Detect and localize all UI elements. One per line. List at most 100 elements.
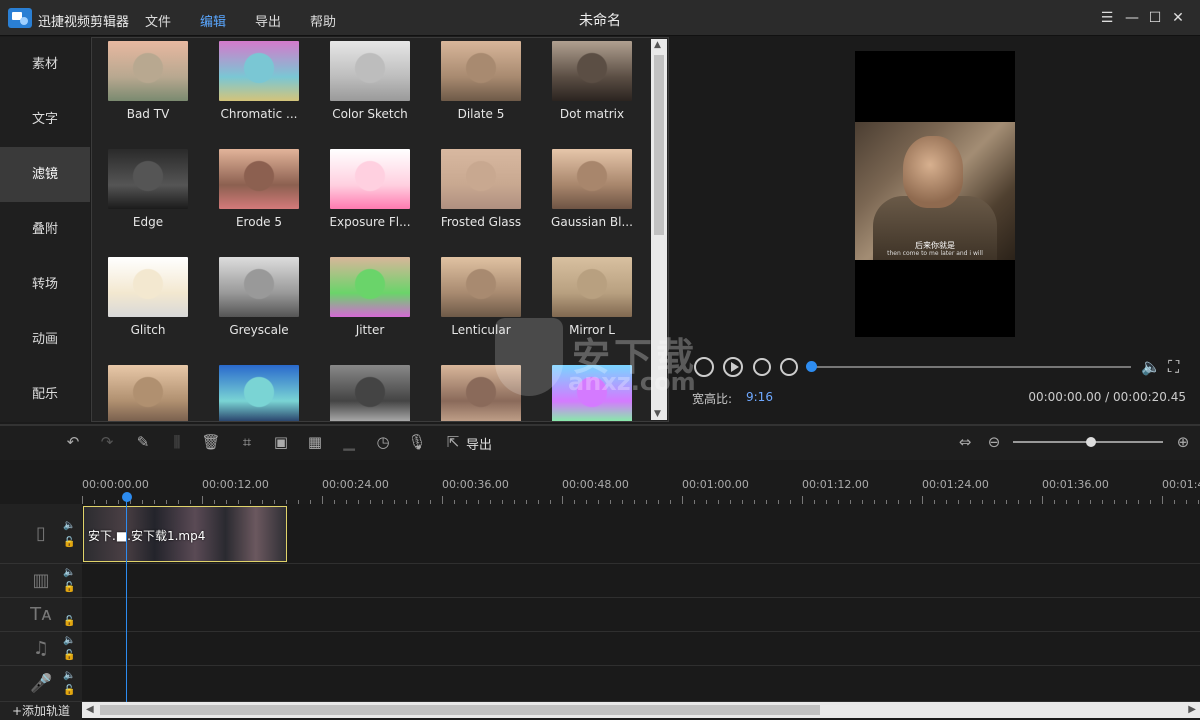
zoom-in-icon[interactable]: ⊕ (1173, 432, 1193, 452)
track-volume-icon[interactable]: 🔈 (63, 670, 75, 682)
track-volume-icon[interactable]: 🔈 (63, 520, 75, 532)
menu-export[interactable]: 导出 (255, 11, 310, 30)
filter-thumbnail[interactable] (219, 41, 299, 101)
volume-icon[interactable]: 🔈 (1141, 357, 1163, 377)
filter-item[interactable] (209, 365, 309, 421)
nav-item-material[interactable]: 素材 (0, 37, 90, 92)
timeline-ruler[interactable]: 00:00:00.00 00:00:12.00 00:00:24.00 00:00:3… (82, 478, 1200, 504)
mosaic-icon[interactable]: ▦ (305, 432, 325, 452)
filter-thumbnail[interactable] (108, 149, 188, 209)
scroll-down-icon[interactable]: ▼ (654, 409, 661, 419)
split-icon[interactable]: ⫼ (167, 432, 187, 452)
playhead-handle[interactable] (122, 492, 132, 502)
video-clip[interactable]: 安下.■.安下载1.mp4 (83, 506, 287, 562)
menu-help[interactable]: 帮助 (310, 11, 365, 30)
microphone-icon[interactable]: 🎙 (407, 432, 427, 452)
export-button[interactable]: 导出 (466, 434, 492, 453)
clock-icon[interactable]: ◷ (373, 432, 393, 452)
scroll-up-icon[interactable]: ▲ (654, 40, 661, 50)
resize-icon[interactable]: ▣ (271, 432, 291, 452)
filter-item[interactable]: Gaussian Bl... (542, 149, 642, 229)
track-lock-icon[interactable]: 🔓 (63, 650, 75, 662)
filter-thumbnail[interactable] (108, 365, 188, 421)
undo-icon[interactable]: ↶ (63, 432, 83, 452)
filter-thumbnail[interactable] (330, 41, 410, 101)
play-button[interactable] (723, 357, 743, 377)
filter-thumbnail[interactable] (441, 41, 521, 101)
next-frame-button[interactable] (753, 358, 771, 376)
nav-item-animation[interactable]: 动画 (0, 312, 90, 367)
filter-thumbnail[interactable] (330, 365, 410, 421)
track-lock-icon[interactable]: 🔓 (63, 582, 75, 594)
redo-icon[interactable]: ↷ (97, 432, 117, 452)
filter-item[interactable]: Exposure Fl... (320, 149, 420, 229)
nav-item-text[interactable]: 文字 (0, 92, 90, 147)
filter-thumbnail[interactable] (219, 365, 299, 421)
filter-thumbnail[interactable] (552, 41, 632, 101)
filter-item[interactable]: Dot matrix (542, 41, 642, 121)
filter-thumbnail[interactable] (552, 257, 632, 317)
fullscreen-icon[interactable]: ⛶ (1168, 357, 1190, 377)
timeline-scrollbar[interactable]: ◀ ▶ (82, 702, 1200, 718)
ruler-label: 00:01:36.00 (1042, 478, 1109, 491)
filter-item[interactable]: Erode 5 (209, 149, 309, 229)
minimize-icon[interactable]: — (1123, 9, 1141, 27)
filter-item[interactable]: Chromatic ... (209, 41, 309, 121)
filter-item[interactable]: Frosted Glass (431, 149, 531, 229)
filter-item[interactable]: Color Sketch (320, 41, 420, 121)
filter-thumbnail[interactable] (108, 41, 188, 101)
track-lock-icon[interactable]: 🔓 (63, 685, 75, 697)
add-track-button[interactable]: +添加轨道 (0, 702, 82, 720)
filter-item[interactable]: Edge (98, 149, 198, 229)
audio-level-icon[interactable]: ▁ (339, 432, 359, 452)
export-icon[interactable]: ⇱ (443, 432, 463, 452)
track-voice[interactable] (82, 666, 1200, 702)
delete-icon[interactable]: 🗑 (201, 432, 221, 452)
nav-item-transition[interactable]: 转场 (0, 257, 90, 312)
zoom-out-icon[interactable]: ⊖ (984, 432, 1004, 452)
timeline-scroll-thumb[interactable] (100, 705, 820, 715)
stop-button[interactable] (780, 358, 798, 376)
menu-edit[interactable]: 编辑 (200, 11, 255, 30)
playback-knob[interactable] (806, 361, 817, 372)
track-lock-icon[interactable]: 🔓 (63, 537, 75, 549)
aspect-ratio-value[interactable]: 9:16 (746, 390, 773, 404)
menu-icon[interactable]: ☰ (1098, 9, 1116, 27)
zoom-knob[interactable] (1086, 437, 1096, 447)
track-music[interactable] (82, 632, 1200, 666)
filter-item[interactable] (98, 365, 198, 421)
scroll-left-icon[interactable]: ◀ (86, 704, 94, 715)
crop-icon[interactable]: ⌗ (237, 432, 257, 452)
filter-item[interactable]: Bad TV (98, 41, 198, 121)
nav-item-overlay[interactable]: 叠附 (0, 202, 90, 257)
nav-item-music[interactable]: 配乐 (0, 367, 90, 422)
filter-item[interactable]: Jitter (320, 257, 420, 337)
maximize-icon[interactable]: ☐ (1146, 9, 1164, 27)
nav-item-filter[interactable]: 滤镜 (0, 147, 90, 202)
track-lock-icon[interactable]: 🔓 (63, 616, 75, 628)
menu-file[interactable]: 文件 (145, 11, 200, 30)
edit-icon[interactable]: ✎ (133, 432, 153, 452)
track-text[interactable] (82, 598, 1200, 632)
filter-thumbnail[interactable] (441, 149, 521, 209)
filter-thumbnail[interactable] (330, 257, 410, 317)
filter-item[interactable]: Glitch (98, 257, 198, 337)
scroll-right-icon[interactable]: ▶ (1188, 704, 1196, 715)
filter-thumbnail[interactable] (330, 149, 410, 209)
track-overlay[interactable] (82, 564, 1200, 598)
playback-progress[interactable] (811, 366, 1131, 368)
filter-item[interactable]: Greyscale (209, 257, 309, 337)
playhead-line[interactable] (126, 500, 127, 702)
filter-item[interactable]: Dilate 5 (431, 41, 531, 121)
track-volume-icon[interactable]: 🔈 (63, 635, 75, 647)
scroll-thumb[interactable] (654, 55, 664, 235)
close-icon[interactable]: ✕ (1169, 9, 1187, 27)
filter-thumbnail[interactable] (441, 257, 521, 317)
filter-thumbnail[interactable] (219, 149, 299, 209)
track-volume-icon[interactable]: 🔈 (63, 567, 75, 579)
filter-item[interactable] (320, 365, 420, 421)
filter-thumbnail[interactable] (552, 149, 632, 209)
filter-thumbnail[interactable] (219, 257, 299, 317)
fit-timeline-icon[interactable]: ⇔ (955, 432, 975, 452)
filter-thumbnail[interactable] (108, 257, 188, 317)
